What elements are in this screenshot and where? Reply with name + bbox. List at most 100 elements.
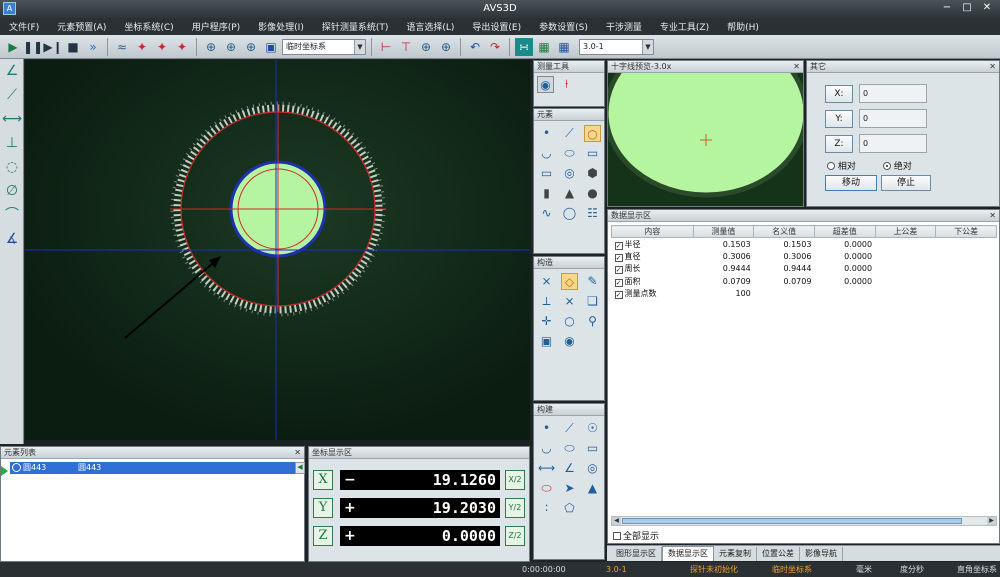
diameter-tool-icon[interactable]: ∅: [0, 179, 24, 203]
probe-icon[interactable]: ⊕: [417, 38, 435, 56]
path-tool-icon[interactable]: ≈: [113, 38, 131, 56]
step-icon[interactable]: ▶❙: [43, 38, 62, 56]
tab-data[interactable]: 数据显示区: [662, 546, 714, 561]
menu-probe-system[interactable]: 探针测量系统(T): [313, 20, 398, 33]
probe-tool-icon[interactable]: ⍿: [558, 76, 575, 93]
play-icon[interactable]: ▶: [4, 38, 22, 56]
line-icon[interactable]: ⟋: [561, 125, 578, 142]
graph-icon[interactable]: ∺: [515, 37, 533, 56]
y-half-button[interactable]: Y/2: [505, 498, 525, 518]
camera-tool-icon[interactable]: ◉: [537, 76, 554, 93]
undo-icon[interactable]: ↶: [466, 38, 484, 56]
grid-icon[interactable]: ☷: [584, 205, 601, 222]
scroll-right-icon[interactable]: ▶: [987, 517, 996, 525]
align-left-icon[interactable]: ⊢: [377, 38, 395, 56]
close-icon[interactable]: ✕: [294, 447, 301, 459]
tab-element-copy[interactable]: 元素复制: [714, 546, 757, 561]
coord-align-icon[interactable]: ⊕: [242, 38, 260, 56]
pause-icon[interactable]: ❚❚: [23, 38, 43, 56]
sphere-icon[interactable]: ●: [584, 185, 601, 202]
ring-icon[interactable]: ◎: [561, 165, 578, 182]
menu-image-processing[interactable]: 影像处理(I): [249, 20, 313, 33]
y-position-field[interactable]: 0: [859, 109, 927, 128]
save-icon[interactable]: ▣: [262, 38, 280, 56]
fast-forward-icon[interactable]: »: [84, 38, 102, 56]
column-header[interactable]: 名义值: [753, 225, 815, 238]
perpendicular-icon[interactable]: ⟂: [538, 293, 555, 310]
circle-construct-icon[interactable]: ○: [561, 313, 578, 330]
horizontal-scrollbar[interactable]: ◀ ▶: [611, 516, 997, 526]
point-relation-icon[interactable]: •: [538, 420, 555, 437]
dashed-poly-icon[interactable]: ⬠: [561, 500, 578, 517]
angle-measure-icon[interactable]: ∡: [0, 227, 24, 251]
distance-relation-icon[interactable]: ⟷: [538, 460, 555, 477]
align-center-icon[interactable]: ⊤: [397, 38, 415, 56]
list-item[interactable]: 圆443 圆443: [10, 462, 295, 474]
polygon-icon[interactable]: ⬢: [584, 165, 601, 182]
tab-position-tolerance[interactable]: 位置公差: [757, 546, 800, 561]
angle-tool-icon[interactable]: ∠: [0, 59, 24, 83]
ellipse2-relation-icon[interactable]: ⬭: [538, 480, 555, 497]
menu-help[interactable]: 帮助(H): [718, 20, 768, 33]
rect-relation-icon[interactable]: ▭: [584, 440, 601, 457]
absolute-radio[interactable]: 绝对: [883, 159, 912, 172]
pin-icon[interactable]: ⚲: [584, 313, 601, 330]
list-tool-icon[interactable]: ◀: [295, 462, 305, 474]
row-checkbox[interactable]: ✓: [614, 241, 623, 250]
ring-relation-icon[interactable]: ◎: [584, 460, 601, 477]
menu-coordinate-system[interactable]: 坐标系统(C): [115, 20, 182, 33]
axis-icon[interactable]: ✛: [538, 313, 555, 330]
line-relation-icon[interactable]: ⟋: [561, 420, 578, 437]
menu-language[interactable]: 语言选择(L): [397, 20, 463, 33]
table-row[interactable]: ✓ 周长 0.9444 0.9444 0.0000: [612, 263, 997, 276]
arc-icon[interactable]: ◡: [538, 145, 555, 162]
close-icon[interactable]: ✕: [989, 210, 996, 222]
distance-v-tool-icon[interactable]: ⊥: [0, 131, 24, 155]
intersect-icon[interactable]: ⨯: [538, 273, 555, 290]
coord-origin-icon[interactable]: ⊕: [202, 38, 220, 56]
point-add-icon[interactable]: ✦: [133, 38, 151, 56]
x-label-button[interactable]: X:: [825, 85, 853, 103]
point-edit-icon[interactable]: ✦: [173, 38, 191, 56]
row-checkbox[interactable]: ✓: [614, 266, 623, 275]
cylinder-icon[interactable]: ▮: [538, 185, 555, 202]
menu-parameters[interactable]: 参数设置(S): [530, 20, 597, 33]
x-position-field[interactable]: 0: [859, 84, 927, 103]
cone-relation-icon[interactable]: ▲: [584, 480, 601, 497]
curve-icon[interactable]: ∿: [538, 205, 555, 222]
coord-rotate-icon[interactable]: ⊕: [222, 38, 240, 56]
camera-view[interactable]: [25, 60, 530, 440]
tab-graphics[interactable]: 图形显示区: [611, 546, 662, 561]
minimize-icon[interactable]: −: [940, 2, 954, 14]
distance-h-tool-icon[interactable]: ⟷: [0, 107, 24, 131]
x-half-button[interactable]: X/2: [505, 470, 525, 490]
column-header[interactable]: 测量值: [692, 225, 755, 238]
cone-icon[interactable]: ▲: [561, 185, 578, 202]
center-icon[interactable]: ▣: [538, 333, 555, 350]
table-row[interactable]: ✓ 面积 0.0709 0.0709 0.0000: [612, 275, 997, 288]
menu-interference[interactable]: 干涉测量: [597, 20, 651, 33]
menu-export[interactable]: 导出设置(E): [463, 20, 530, 33]
maximize-icon[interactable]: □: [960, 2, 974, 14]
freeform-icon[interactable]: ◯: [561, 205, 578, 222]
move-button[interactable]: 移动: [825, 175, 877, 191]
arc-relation-icon[interactable]: ◡: [538, 440, 555, 457]
curve-tool-icon[interactable]: ⌒: [0, 203, 24, 227]
ellipse-icon[interactable]: ⬭: [561, 145, 578, 162]
menu-element-preset[interactable]: 元素预置(A): [48, 20, 115, 33]
coord-system-select[interactable]: 临时坐标系 ▼: [282, 38, 366, 55]
ellipse-relation-icon[interactable]: ⬭: [561, 440, 578, 457]
column-header[interactable]: 下公差: [935, 225, 997, 238]
tab-image-navigation[interactable]: 影像导航: [800, 546, 843, 561]
row-checkbox[interactable]: ✓: [614, 291, 623, 300]
column-header[interactable]: 上公差: [874, 225, 937, 238]
row-checkbox[interactable]: ✓: [614, 278, 623, 287]
rectangle-icon[interactable]: ▭: [584, 145, 601, 162]
excel-export-icon[interactable]: ▦: [535, 38, 553, 56]
show-all-checkbox[interactable]: 全部显示: [613, 529, 659, 542]
circle-relation-icon[interactable]: ☉: [584, 420, 601, 437]
close-icon[interactable]: ✕: [989, 61, 996, 73]
table-row[interactable]: ✓ 半径 0.1503 0.1503 0.0000: [612, 238, 997, 251]
menu-user-program[interactable]: 用户程序(P): [183, 20, 249, 33]
angle-relation-icon[interactable]: ∠: [561, 460, 578, 477]
